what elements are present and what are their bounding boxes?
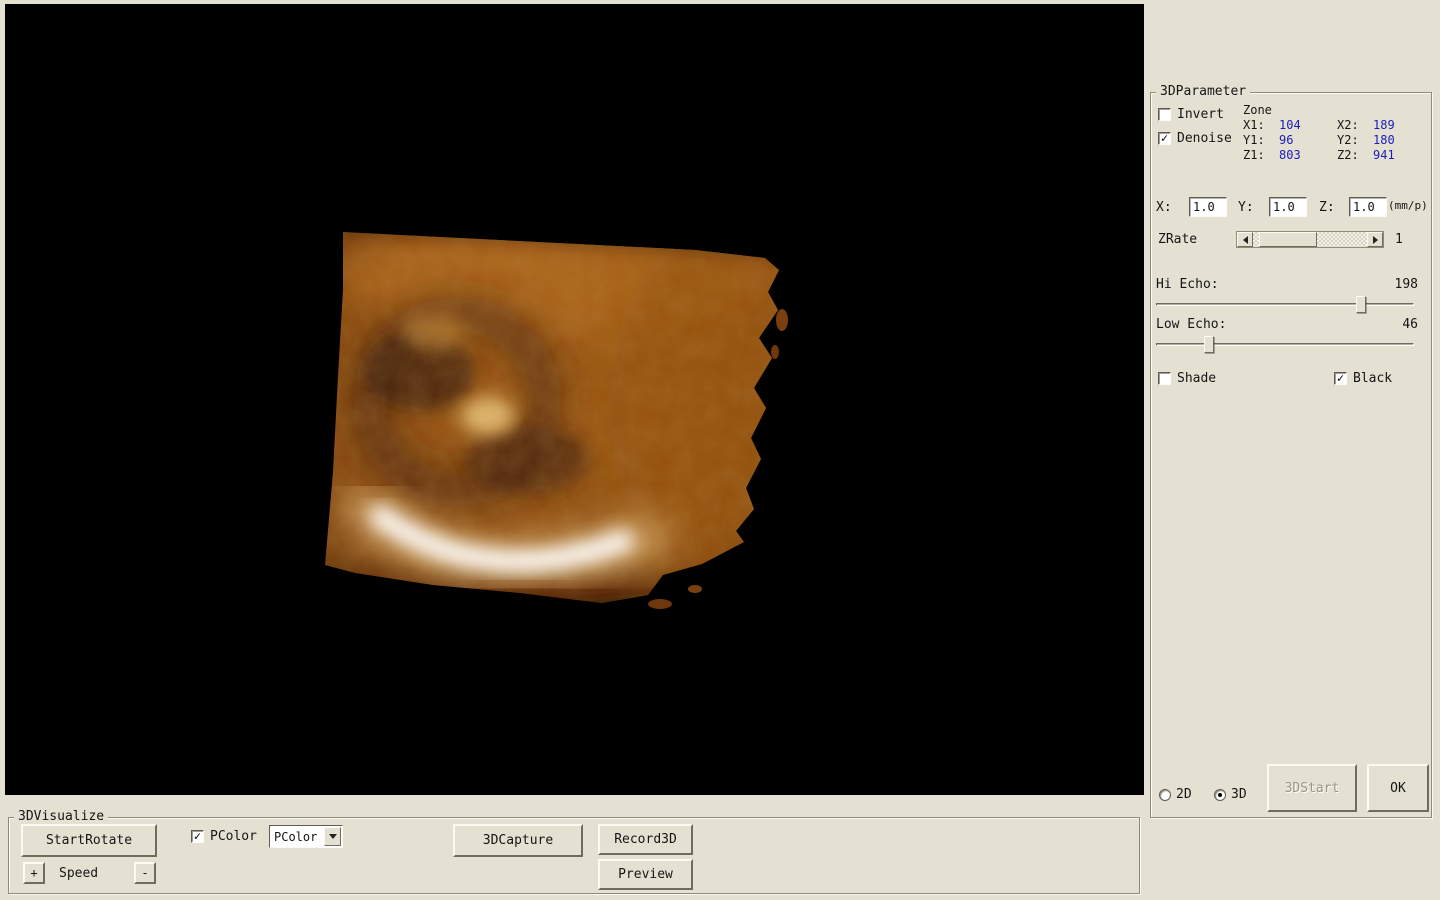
scale-y-label: Y: <box>1238 200 1254 215</box>
zone-x1-value: 104 <box>1279 118 1301 132</box>
zrate-scrollbar[interactable] <box>1236 231 1384 248</box>
scale-z-input[interactable] <box>1349 197 1387 217</box>
zone-y2-label: Y2: <box>1337 133 1359 147</box>
chevron-down-icon <box>328 834 337 839</box>
speed-increase-button[interactable]: + <box>23 862 45 884</box>
pcolor-dropdown-value: PColor <box>274 829 318 844</box>
3dstart-button[interactable]: 3DStart <box>1267 764 1357 812</box>
zrate-value: 1 <box>1395 232 1403 247</box>
denoise-checkbox-row[interactable]: ✓ Denoise <box>1158 131 1232 146</box>
speed-label: Speed <box>59 866 99 881</box>
arrow-right-icon <box>1372 235 1378 244</box>
zone-z2-label: Z2: <box>1337 148 1359 162</box>
zrate-scrollbar-track[interactable] <box>1253 232 1367 247</box>
zrate-label: ZRate <box>1158 232 1198 247</box>
zone-y1-value: 96 <box>1279 133 1294 147</box>
hi-echo-slider-thumb[interactable] <box>1356 296 1366 313</box>
zone-readout: Zone X1: 104 X2: 189 Y1: 96 Y2: 180 Z1: … <box>1243 103 1419 163</box>
scale-z-label: Z: <box>1319 200 1335 215</box>
zone-y2-value: 180 <box>1373 133 1395 147</box>
mode-3d-radio[interactable] <box>1214 788 1226 801</box>
zrate-scroll-left-button[interactable] <box>1237 232 1253 247</box>
zone-title: Zone <box>1243 103 1272 117</box>
low-echo-value: 46 <box>1402 317 1418 332</box>
zrate-scroll-right-button[interactable] <box>1367 232 1383 247</box>
zone-z2-value: 941 <box>1373 148 1395 162</box>
hi-echo-label: Hi Echo: <box>1156 277 1219 292</box>
hi-echo-slider[interactable] <box>1156 296 1414 314</box>
shade-checkbox[interactable] <box>1158 372 1171 385</box>
zrate-scrollbar-thumb[interactable] <box>1259 232 1317 247</box>
3d-viewport[interactable] <box>5 4 1144 795</box>
pcolor-checkbox-row[interactable]: ✓ PColor <box>191 829 257 844</box>
low-echo-row: Low Echo: 46 <box>1156 317 1418 332</box>
visualize-panel: 3DVisualize StartRotate ✓ PColor PColor … <box>8 809 1140 894</box>
mode-2d-label: 2D <box>1176 787 1192 802</box>
arrow-left-icon <box>1242 235 1248 244</box>
zone-x2-label: X2: <box>1337 118 1359 132</box>
shade-label: Shade <box>1177 371 1217 386</box>
low-echo-slider[interactable] <box>1156 336 1414 354</box>
voxel-scale-row: X: Y: Z: (mm/p) <box>1151 196 1433 220</box>
ok-button[interactable]: OK <box>1367 764 1429 812</box>
hi-echo-row: Hi Echo: 198 <box>1156 277 1418 292</box>
scale-y-input[interactable] <box>1269 197 1307 217</box>
record3d-button[interactable]: Record3D <box>598 824 693 855</box>
scale-x-input[interactable] <box>1189 197 1227 217</box>
mode-3d-label: 3D <box>1231 787 1247 802</box>
mode-3d-radio-row[interactable]: 3D <box>1214 787 1247 802</box>
mode-2d-radio-row[interactable]: 2D <box>1159 787 1192 802</box>
pcolor-label: PColor <box>210 829 257 844</box>
hi-echo-slider-track[interactable] <box>1156 303 1414 306</box>
mode-2d-radio[interactable] <box>1159 788 1171 801</box>
visualize-panel-title: 3DVisualize <box>14 809 109 825</box>
scale-unit-label: (mm/p) <box>1388 199 1428 212</box>
preview-button[interactable]: Preview <box>598 859 693 890</box>
zrate-row: ZRate 1 <box>1158 231 1428 249</box>
parameter-panel: 3DParameter Invert ✓ Denoise Zone X1: 10… <box>1150 84 1433 818</box>
start-rotate-button[interactable]: StartRotate <box>21 824 157 857</box>
black-label: Black <box>1353 371 1393 386</box>
zone-z1-value: 803 <box>1279 148 1301 162</box>
invert-checkbox[interactable] <box>1158 108 1171 121</box>
zone-x2-value: 189 <box>1373 118 1395 132</box>
invert-checkbox-row[interactable]: Invert <box>1158 107 1224 122</box>
denoise-checkbox[interactable]: ✓ <box>1158 132 1171 145</box>
3dcapture-button[interactable]: 3DCapture <box>453 824 583 857</box>
denoise-label: Denoise <box>1177 131 1232 146</box>
parameter-panel-title: 3DParameter <box>1156 84 1251 100</box>
pcolor-dropdown-button[interactable] <box>324 827 341 846</box>
black-checkbox[interactable]: ✓ <box>1334 372 1347 385</box>
zone-z1-label: Z1: <box>1243 148 1265 162</box>
scale-x-label: X: <box>1156 200 1172 215</box>
black-checkbox-row[interactable]: ✓ Black <box>1334 371 1392 386</box>
hi-echo-value: 198 <box>1394 277 1418 292</box>
pcolor-dropdown[interactable]: PColor <box>269 825 343 848</box>
zone-y1-label: Y1: <box>1243 133 1265 147</box>
invert-label: Invert <box>1177 107 1224 122</box>
low-echo-label: Low Echo: <box>1156 317 1227 332</box>
shade-checkbox-row[interactable]: Shade <box>1158 371 1216 386</box>
zone-x1-label: X1: <box>1243 118 1265 132</box>
low-echo-slider-thumb[interactable] <box>1204 336 1214 353</box>
speed-decrease-button[interactable]: - <box>134 862 156 884</box>
ultrasound-volume-render <box>325 232 788 609</box>
pcolor-checkbox[interactable]: ✓ <box>191 830 204 843</box>
low-echo-slider-track[interactable] <box>1156 343 1414 346</box>
